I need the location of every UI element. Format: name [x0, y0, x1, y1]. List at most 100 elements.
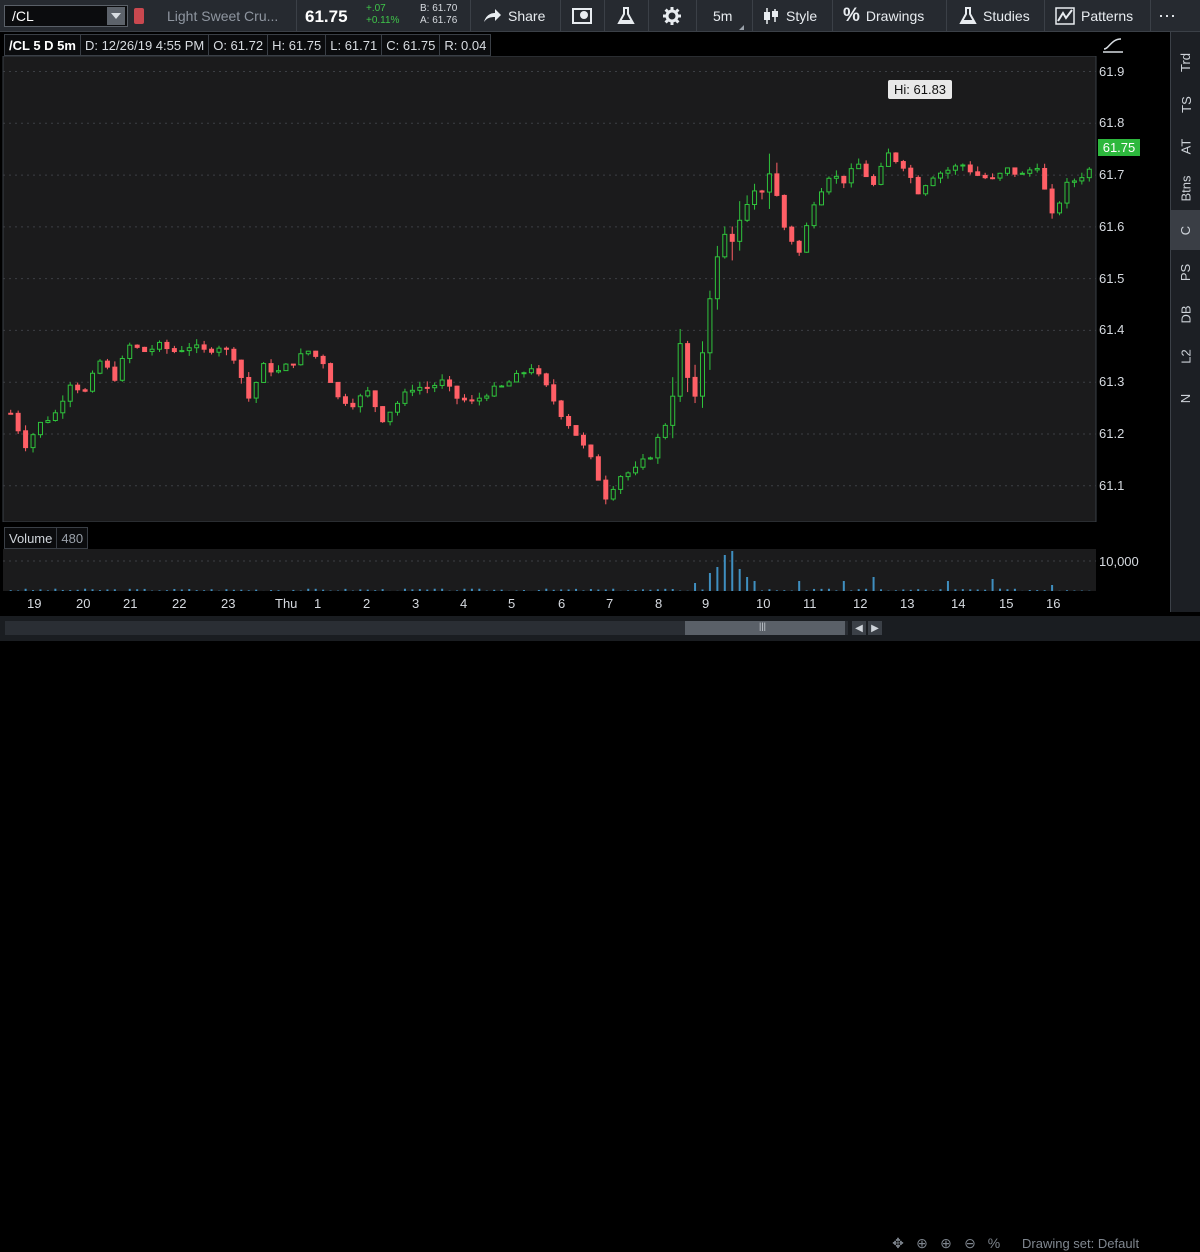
volume-bar — [553, 590, 555, 591]
pan-icon[interactable]: ✥ — [888, 1234, 908, 1252]
studies-button[interactable]: Studies — [959, 0, 1030, 32]
volume-bar — [17, 590, 19, 591]
scroll-thumb[interactable] — [685, 621, 845, 635]
volume-bar — [560, 589, 562, 591]
drawing-set-selector[interactable]: Drawing set: Default — [1022, 1236, 1139, 1251]
volume-bar — [731, 551, 733, 591]
candle-body — [931, 178, 935, 186]
volume-bar — [1044, 590, 1046, 591]
chart-title: /CL 5 D 5m — [5, 35, 81, 55]
candle-body — [105, 361, 109, 367]
candle-body — [306, 351, 310, 354]
share-button[interactable]: Share — [482, 0, 545, 32]
candle-body — [1028, 170, 1032, 173]
time-tick-label: 23 — [221, 596, 235, 611]
time-tick-label: 12 — [853, 596, 867, 611]
side-tab-btns[interactable]: Btns — [1171, 168, 1200, 208]
volume-bar — [359, 589, 361, 591]
volume-bar — [32, 590, 34, 591]
candle-body — [767, 174, 771, 192]
candle-body — [284, 364, 288, 370]
volume-bar — [672, 589, 674, 591]
volume-bar — [233, 590, 235, 591]
candle-body — [790, 227, 794, 241]
candle-body — [968, 165, 972, 172]
more-button[interactable]: ⋯ — [1158, 0, 1176, 32]
volume-bar — [255, 590, 257, 591]
price-chart[interactable] — [0, 56, 1098, 522]
candle-body — [9, 413, 13, 414]
side-tab-db[interactable]: DB — [1171, 294, 1200, 334]
volume-bar — [806, 590, 808, 591]
side-tab-ts[interactable]: TS — [1171, 84, 1200, 124]
volume-bar — [821, 589, 823, 591]
volume-bar — [196, 590, 198, 591]
side-tab-trd[interactable]: Trd — [1171, 42, 1200, 82]
side-tab-at[interactable]: AT — [1171, 126, 1200, 166]
last-price-marker: 61.75 — [1098, 139, 1140, 156]
volume-bar — [203, 590, 205, 591]
volume-bar — [627, 590, 629, 591]
candle-body — [247, 377, 251, 398]
side-tab-label: C — [1178, 225, 1193, 234]
candle-body — [165, 342, 169, 348]
scroll-track[interactable] — [5, 621, 848, 635]
zoom-out-icon[interactable]: ⊖ — [960, 1234, 980, 1252]
symbol-selector[interactable]: /CL — [4, 5, 128, 27]
volume-bar — [746, 577, 748, 591]
change-percent: +0.11% — [366, 15, 399, 27]
bar-range: R: 0.04 — [440, 35, 490, 55]
candle-body — [529, 369, 533, 373]
scroll-right-button[interactable]: ▶ — [868, 621, 882, 635]
candle-body — [939, 173, 943, 178]
candle-body — [648, 458, 652, 459]
link-tag-icon[interactable] — [134, 8, 144, 24]
drawings-button[interactable]: % Drawings — [843, 0, 924, 32]
price-tick-label: 61.6 — [1099, 219, 1124, 234]
volume-bar — [932, 590, 934, 591]
side-tab-n[interactable]: N — [1171, 378, 1200, 418]
chevron-down-icon[interactable] — [107, 7, 125, 25]
side-tab-label: Btns — [1178, 175, 1193, 201]
style-button[interactable]: Style — [762, 0, 817, 32]
flexible-grid-button[interactable] — [572, 0, 598, 32]
timeframe-button[interactable]: 5m — [713, 0, 732, 32]
chart-mode-icon[interactable] — [1101, 35, 1125, 55]
candle-body — [455, 386, 459, 398]
candle-body — [589, 445, 593, 457]
volume-bar — [77, 590, 79, 591]
patterns-button[interactable]: Patterns — [1055, 0, 1133, 32]
price-tick-label: 61.5 — [1099, 271, 1124, 286]
candle-body — [172, 349, 176, 352]
candle-body — [537, 369, 541, 374]
candle-body — [634, 467, 638, 473]
time-tick-label: 15 — [999, 596, 1013, 611]
crosshair-icon[interactable]: ⊕ — [912, 1234, 932, 1252]
candle-body — [983, 175, 987, 177]
scroll-left-button[interactable]: ◀ — [852, 621, 866, 635]
gear-icon — [662, 6, 682, 26]
volume-bar — [865, 589, 867, 591]
symbol-input[interactable]: /CL — [5, 8, 107, 24]
candle-body — [329, 364, 333, 383]
side-tab-ps[interactable]: PS — [1171, 252, 1200, 292]
volume-bar — [1036, 590, 1038, 591]
side-tab-l2[interactable]: L2 — [1171, 336, 1200, 376]
flask-button[interactable] — [617, 0, 641, 32]
candle-body — [477, 398, 481, 401]
side-tab-c[interactable]: C — [1171, 210, 1200, 250]
volume-bar — [1066, 590, 1068, 591]
settings-button[interactable] — [662, 0, 688, 32]
volume-axis-label: 10,000 — [1099, 554, 1139, 569]
candle-body — [604, 480, 608, 499]
percent-icon[interactable]: % — [984, 1234, 1004, 1252]
candle-body — [373, 391, 377, 407]
candle-body — [277, 371, 281, 372]
candle-body — [738, 220, 742, 241]
zoom-in-icon[interactable]: ⊕ — [936, 1234, 956, 1252]
candle-body — [812, 205, 816, 226]
price-tick-label: 61.4 — [1099, 322, 1124, 337]
volume-chart[interactable] — [0, 549, 1098, 591]
price-tick-label: 61.8 — [1099, 115, 1124, 130]
candle-body — [611, 489, 615, 499]
